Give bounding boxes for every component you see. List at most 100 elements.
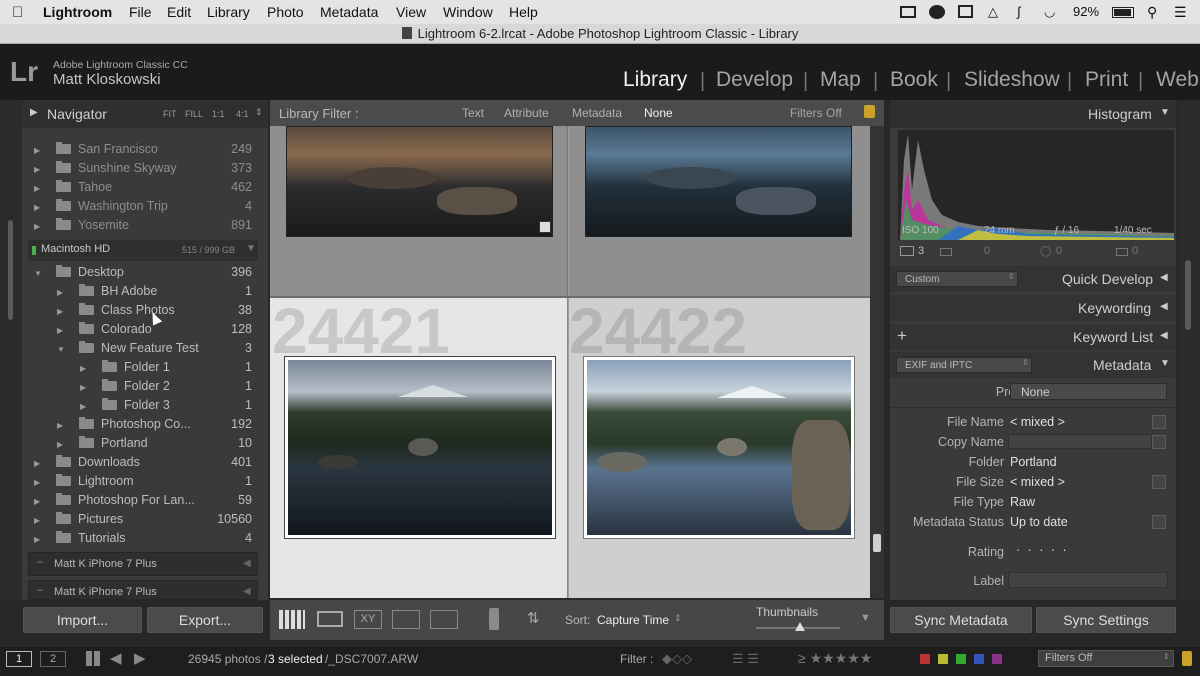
right-scrollbar[interactable] — [1185, 260, 1191, 330]
forward-arrow-icon[interactable]: ▶ — [134, 649, 146, 667]
expand-triangle-icon[interactable]: ▶ — [57, 302, 63, 321]
flag-icon[interactable] — [1116, 248, 1128, 256]
grid-icon[interactable] — [86, 651, 102, 666]
grid-cell-selected[interactable]: 24422 — [569, 295, 870, 598]
photo-frame[interactable] — [284, 356, 556, 539]
folder-row[interactable]: ▶ Sunshine Skyway 373 — [34, 159, 252, 178]
expand-triangle-icon[interactable]: ▶ — [34, 198, 40, 217]
expand-triangle-icon[interactable]: ▶ — [80, 359, 86, 378]
folder-row[interactable]: ▶ Yosemite 891 — [34, 216, 252, 235]
wifi-icon[interactable]: ◡ — [1044, 4, 1055, 20]
menu-photo[interactable]: Photo — [267, 4, 304, 20]
filter-status[interactable]: Filters Off — [790, 106, 842, 120]
photo-thumbnail[interactable] — [587, 360, 851, 535]
expand-triangle-icon[interactable]: ◀ — [1160, 272, 1168, 283]
metadata-value[interactable]: < mixed > — [1010, 415, 1065, 429]
sort-value[interactable]: Capture Time — [597, 613, 669, 627]
thumbnail-size-handle[interactable] — [795, 622, 805, 631]
grid-scrollbar-track[interactable] — [870, 126, 884, 598]
folder-row[interactable]: ▶ Pictures 10560 — [34, 510, 252, 529]
filter-lock-icon[interactable] — [1182, 651, 1192, 666]
expand-triangle-icon[interactable]: ▼ — [34, 264, 42, 283]
expand-triangle-icon[interactable]: ▶ — [80, 397, 86, 416]
module-print[interactable]: Print — [1085, 68, 1128, 92]
device-item[interactable]: – Matt K iPhone 7 Plus ◀ — [28, 552, 258, 576]
folder-row[interactable]: ▶ Tahoe 462 — [34, 178, 252, 197]
menu-window[interactable]: Window — [443, 4, 493, 20]
zoom-1-1[interactable]: 1:1 — [212, 109, 225, 119]
expand-triangle-icon[interactable]: ▶ — [80, 378, 86, 397]
histogram-graph[interactable]: ISO 100 24 mm ƒ / 16 1/40 sec — [898, 130, 1174, 240]
folder-row[interactable]: ▼ New Feature Test 3 — [34, 339, 252, 358]
app-menu[interactable]: Lightroom — [43, 4, 112, 20]
menu-metadata[interactable]: Metadata — [320, 4, 378, 20]
folder-row[interactable]: ▶ Portland 10 — [34, 434, 252, 453]
people-view-icon[interactable] — [430, 610, 458, 629]
expand-triangle-icon[interactable]: ▶ — [34, 511, 40, 530]
apple-icon[interactable]:  — [12, 4, 23, 21]
expand-triangle-icon[interactable]: ▶ — [34, 217, 40, 236]
module-map[interactable]: Map — [820, 68, 861, 92]
airplay-icon[interactable]: △ — [988, 4, 998, 20]
folder-row[interactable]: ▼ Desktop 396 — [34, 263, 252, 282]
export-button[interactable]: Export... — [147, 607, 263, 633]
module-web[interactable]: Web — [1156, 68, 1199, 92]
quick-develop-preset[interactable]: Custom — [896, 271, 1018, 287]
bluetooth-icon[interactable]: ∫ — [1017, 4, 1021, 19]
expand-triangle-icon[interactable]: ▶ — [34, 492, 40, 511]
metadata-action-icon[interactable] — [1152, 475, 1166, 489]
quick-develop-header[interactable]: Custom ⇕ Quick Develop ◀ — [890, 266, 1176, 292]
zoom-fit[interactable]: FIT — [163, 109, 177, 119]
lock-icon[interactable] — [864, 105, 875, 118]
filter-attribute[interactable]: Attribute — [504, 106, 549, 120]
expand-triangle-icon[interactable]: ▶ — [34, 160, 40, 179]
grid-scrollbar-thumb[interactable] — [873, 534, 881, 552]
metadata-value[interactable]: Raw — [1010, 495, 1035, 509]
device-triangle-icon[interactable]: ◀ — [243, 586, 251, 597]
module-develop[interactable]: Develop — [716, 68, 793, 92]
folder-row[interactable]: ▶ Lightroom 1 — [34, 472, 252, 491]
metadata-view-preset[interactable]: EXIF and IPTC — [896, 357, 1032, 373]
folder-row[interactable]: ▶ Folder 2 1 — [34, 377, 252, 396]
grid-view-icon[interactable] — [279, 610, 305, 629]
collapse-triangle-icon[interactable]: ▶ — [30, 107, 38, 118]
photo-thumbnail[interactable] — [286, 126, 553, 237]
expand-triangle-icon[interactable]: ◀ — [1160, 330, 1168, 341]
expand-triangle-icon[interactable]: ▼ — [57, 340, 65, 359]
histogram-header[interactable]: Histogram ▼ — [890, 100, 1176, 128]
metadata-header[interactable]: EXIF and IPTC ⇕ Metadata ▼ — [890, 352, 1176, 378]
zoom-stepper-icon[interactable]: ⇕ — [255, 107, 263, 118]
expand-triangle-icon[interactable]: ◀ — [1160, 301, 1168, 312]
metadata-preset-select[interactable]: None — [1010, 383, 1167, 400]
photo-thumbnail[interactable] — [288, 360, 552, 535]
filter-text[interactable]: Text — [462, 106, 484, 120]
folder-row[interactable]: ▶ Downloads 401 — [34, 453, 252, 472]
folder-row[interactable]: ▶ Class Photos 38 — [34, 301, 252, 320]
expand-triangle-icon[interactable]: ▶ — [34, 141, 40, 160]
color-label-filters[interactable] — [920, 654, 1016, 664]
rating-stars[interactable]: · · · · · — [1016, 543, 1069, 557]
photo-frame[interactable] — [583, 356, 855, 539]
compare-view-icon[interactable]: XY — [354, 610, 382, 629]
folder-row[interactable]: ▶ San Francisco 249 — [34, 140, 252, 159]
metadata-value[interactable]: Portland — [1010, 455, 1057, 469]
edit-badge-icon[interactable] — [539, 221, 551, 233]
folder-row[interactable]: ▶ Folder 3 1 — [34, 396, 252, 415]
left-scrollbar[interactable] — [8, 220, 13, 320]
filter-metadata[interactable]: Metadata — [572, 106, 622, 120]
module-slideshow[interactable]: Slideshow — [964, 68, 1060, 92]
menu-edit[interactable]: Edit — [167, 4, 191, 20]
expand-triangle-icon[interactable]: ▶ — [34, 530, 40, 549]
metadata-action-icon[interactable] — [1152, 435, 1166, 449]
painter-icon[interactable] — [489, 608, 499, 630]
sort-stepper-icon[interactable]: ⇕ — [674, 613, 682, 624]
import-button[interactable]: Import... — [23, 607, 142, 633]
menu-view[interactable]: View — [396, 4, 426, 20]
display-icon[interactable] — [958, 5, 973, 18]
expand-triangle-icon[interactable]: ▶ — [34, 473, 40, 492]
sort-direction-icon[interactable]: ⇅ — [527, 609, 540, 627]
battery-icon[interactable] — [1112, 7, 1134, 18]
photo-thumbnail[interactable] — [585, 126, 852, 237]
folder-row[interactable]: ▶ BH Adobe 1 — [34, 282, 252, 301]
facetime-icon[interactable] — [900, 6, 916, 18]
